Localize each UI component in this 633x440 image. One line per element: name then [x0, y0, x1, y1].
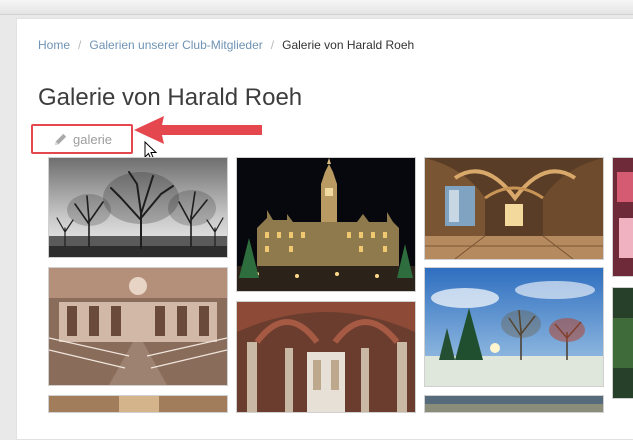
page-title: Galerie von Harald Roeh [38, 84, 303, 111]
partial-photo-bottom-left[interactable] [49, 396, 227, 412]
browser-top-bar [0, 0, 633, 15]
bw-trees-photo[interactable] [49, 158, 227, 257]
partial-photo-right-top[interactable] [613, 158, 633, 276]
marienplatz-town-hall-photo[interactable] [237, 158, 415, 291]
breadcrumb-separator: / [78, 38, 82, 52]
baroque-staircase-photo[interactable] [49, 268, 227, 385]
breadcrumb-home-link[interactable]: Home [38, 38, 70, 52]
winter-park-photo[interactable] [425, 268, 603, 386]
breadcrumb: Home / Galerien unserer Club-Mitglieder / Ga… [38, 38, 414, 52]
pencil-icon [54, 133, 67, 145]
gallery-tag-label: galerie [73, 131, 113, 147]
gothic-vault-photo[interactable] [237, 302, 415, 412]
partial-photo-right-bottom[interactable] [613, 288, 633, 398]
breadcrumb-members-galleries-link[interactable]: Galerien unserer Club-Mitglieder [89, 38, 262, 52]
gothic-hall-photo[interactable] [425, 158, 603, 259]
breadcrumb-current: Galerie von Harald Roeh [282, 38, 415, 52]
gallery-tag-link[interactable]: galerie [31, 124, 133, 154]
breadcrumb-separator: / [270, 38, 275, 52]
partial-photo-bottom-right[interactable] [425, 396, 603, 412]
